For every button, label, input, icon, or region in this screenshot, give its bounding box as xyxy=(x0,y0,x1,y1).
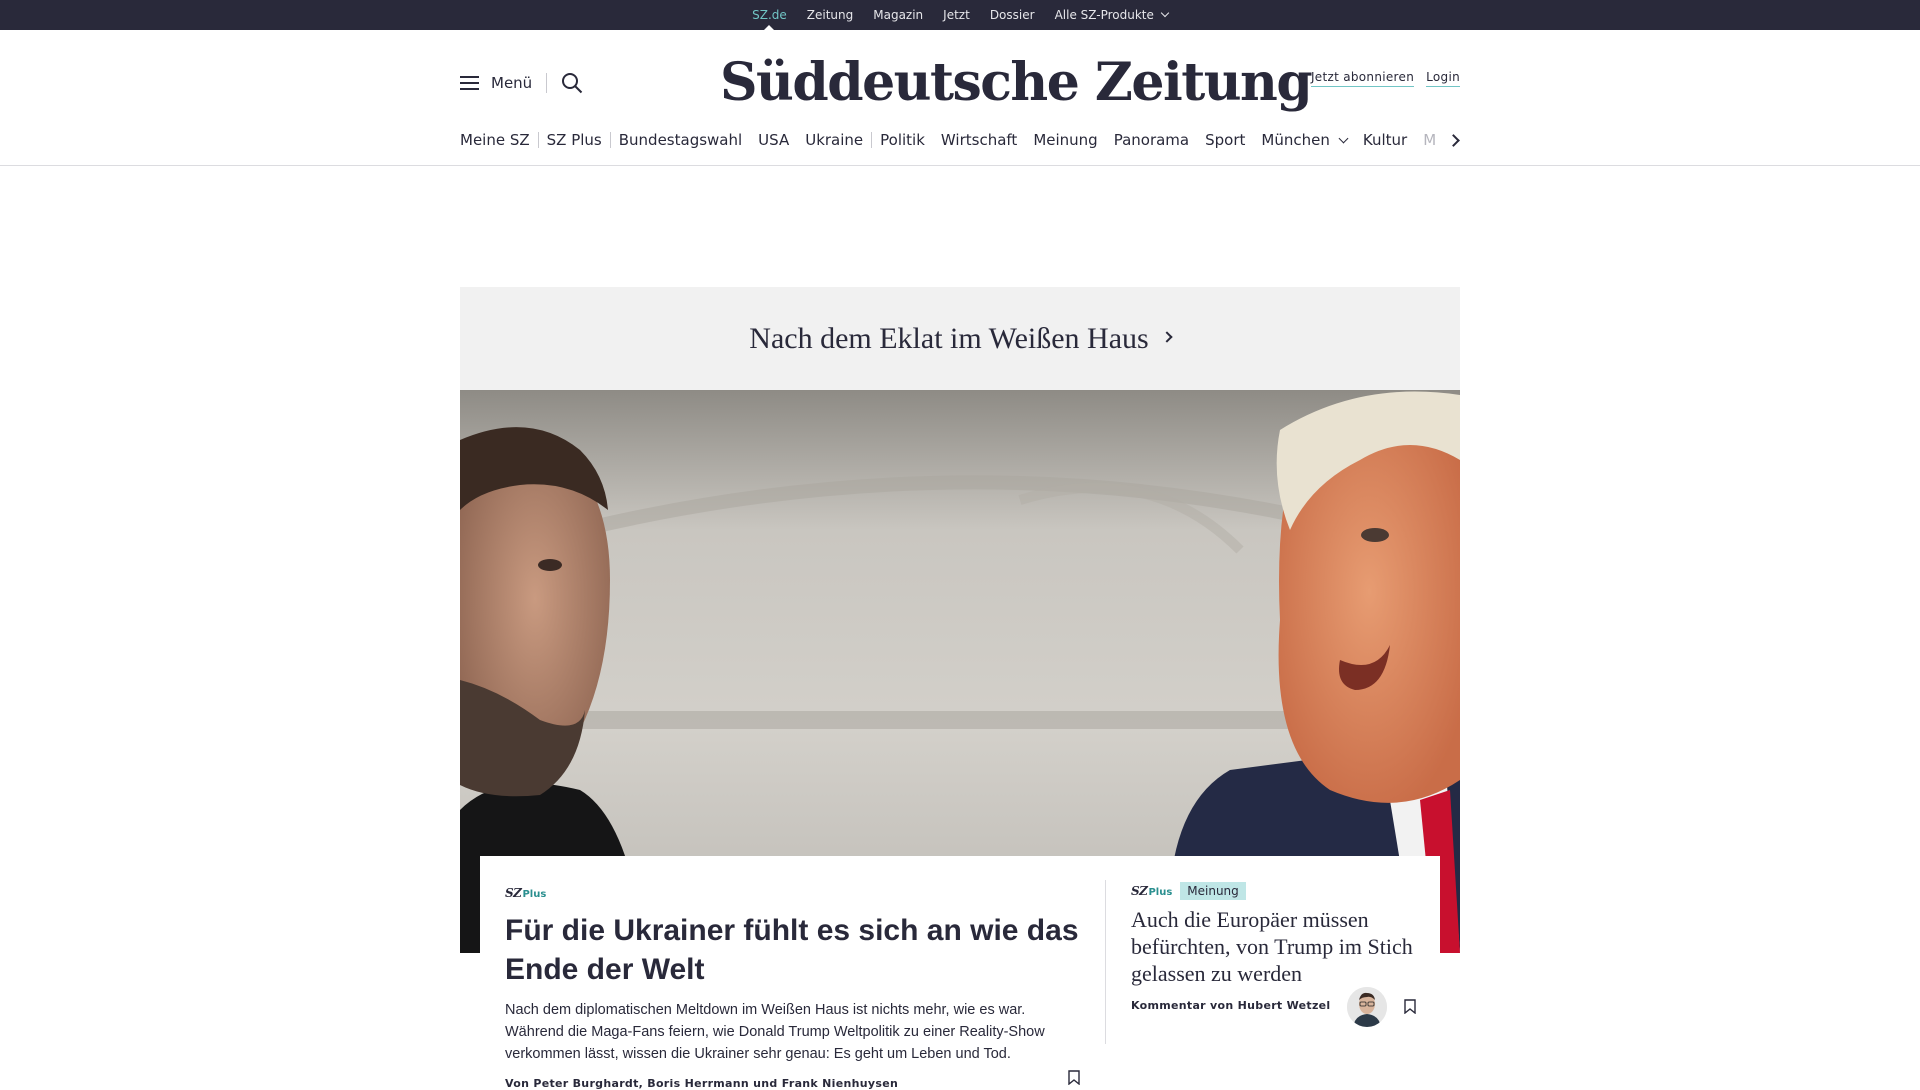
product-link-magazin[interactable]: Magazin xyxy=(863,0,933,30)
nav-item-sport[interactable]: Sport xyxy=(1197,131,1253,149)
topic-banner[interactable]: Nach dem Eklat im Weißen Haus xyxy=(460,287,1460,390)
menu-divider xyxy=(546,73,548,93)
nav-item-muenchen-label: München xyxy=(1261,131,1330,149)
account-links: Jetzt abonnieren Login xyxy=(1310,70,1460,87)
all-products-label: Alle SZ-Produkte xyxy=(1054,8,1154,22)
subscribe-link[interactable]: Jetzt abonnieren xyxy=(1310,70,1415,87)
nav-item-panorama[interactable]: Panorama xyxy=(1106,131,1197,149)
nav-item-usa[interactable]: USA xyxy=(750,131,797,149)
chevron-right-icon xyxy=(1161,330,1173,343)
site-header: Menü Süddeutsche Zeitung Jetzt abonniere… xyxy=(460,30,1460,135)
nav-item-kultur[interactable]: Kultur xyxy=(1355,131,1415,149)
nav-item-bundestagswahl[interactable]: Bundestagswahl xyxy=(611,131,750,149)
nav-item-truncated[interactable]: M xyxy=(1415,131,1436,149)
sz-plus-label: Plus xyxy=(522,889,547,900)
chevron-down-icon xyxy=(1160,8,1170,18)
product-link-zeitung[interactable]: Zeitung xyxy=(797,0,863,30)
main-headline[interactable]: Für die Ukrainer fühlt es sich an wie da… xyxy=(505,911,1085,989)
topic-title: Nach dem Eklat im Weißen Haus xyxy=(749,321,1149,355)
side-author: Kommentar von Hubert Wetzel xyxy=(1131,999,1331,1012)
product-link-sz-de[interactable]: SZ.de xyxy=(742,0,797,30)
side-headline[interactable]: Auch die Europäer müssen befürchten, von… xyxy=(1131,906,1421,987)
sz-plus-logo: SZ Plus xyxy=(1131,884,1172,898)
side-author-row: Kommentar von Hubert Wetzel xyxy=(1131,987,1421,1027)
login-link[interactable]: Login xyxy=(1426,70,1460,87)
nav-item-meine-sz[interactable]: Meine SZ xyxy=(460,131,538,149)
opinion-badge: Meinung xyxy=(1180,882,1246,900)
search-icon[interactable] xyxy=(561,72,583,94)
main-navigation: Meine SZ SZ Plus Bundestagswahl USA Ukra… xyxy=(460,128,1460,152)
menu-button[interactable]: Menü xyxy=(460,72,583,94)
bookmark-icon[interactable] xyxy=(1404,999,1416,1014)
main-teaser[interactable]: SZ Plus Für die Ukrainer fühlt es sich a… xyxy=(505,882,1085,1090)
nav-item-meinung[interactable]: Meinung xyxy=(1025,131,1105,149)
side-teaser-labels: SZ Plus Meinung xyxy=(1131,882,1421,900)
sz-plus-brand: SZ xyxy=(505,886,522,900)
nav-item-wirtschaft[interactable]: Wirtschaft xyxy=(933,131,1025,149)
side-teaser[interactable]: SZ Plus Meinung Auch die Europäer müssen… xyxy=(1131,882,1421,1027)
sz-plus-logo: SZ Plus xyxy=(505,886,546,900)
product-link-dossier[interactable]: Dossier xyxy=(980,0,1045,30)
nav-scroll-right-icon[interactable] xyxy=(1446,133,1462,149)
teaser-card: SZ Plus Für die Ukrainer fühlt es sich a… xyxy=(480,856,1440,1090)
nav-item-sz-plus[interactable]: SZ Plus xyxy=(539,131,610,149)
nav-item-politik[interactable]: Politik xyxy=(872,131,933,149)
bookmark-icon[interactable] xyxy=(1068,1070,1080,1085)
sz-plus-label: Plus xyxy=(1148,887,1173,898)
hamburger-icon xyxy=(460,75,479,91)
main-summary: Nach dem diplomatischen Meltdown im Weiß… xyxy=(505,1002,1045,1062)
product-link-all-products[interactable]: Alle SZ-Produkte xyxy=(1045,0,1178,30)
author-avatar xyxy=(1347,987,1387,1027)
header-divider xyxy=(0,165,1920,166)
menu-label: Menü xyxy=(491,74,533,92)
nav-item-muenchen[interactable]: München xyxy=(1253,131,1354,149)
site-logo[interactable]: Süddeutsche Zeitung xyxy=(720,48,1313,118)
product-bar: SZ.de Zeitung Magazin Jetzt Dossier Alle… xyxy=(0,0,1920,30)
main-author: Von Peter Burghardt, Boris Herrmann und … xyxy=(505,1077,899,1090)
product-link-jetzt[interactable]: Jetzt xyxy=(933,0,980,30)
teaser-divider xyxy=(1105,880,1106,1044)
sz-plus-brand: SZ xyxy=(1131,884,1148,898)
nav-item-ukraine[interactable]: Ukraine xyxy=(797,131,871,149)
chevron-down-icon xyxy=(1338,133,1349,144)
